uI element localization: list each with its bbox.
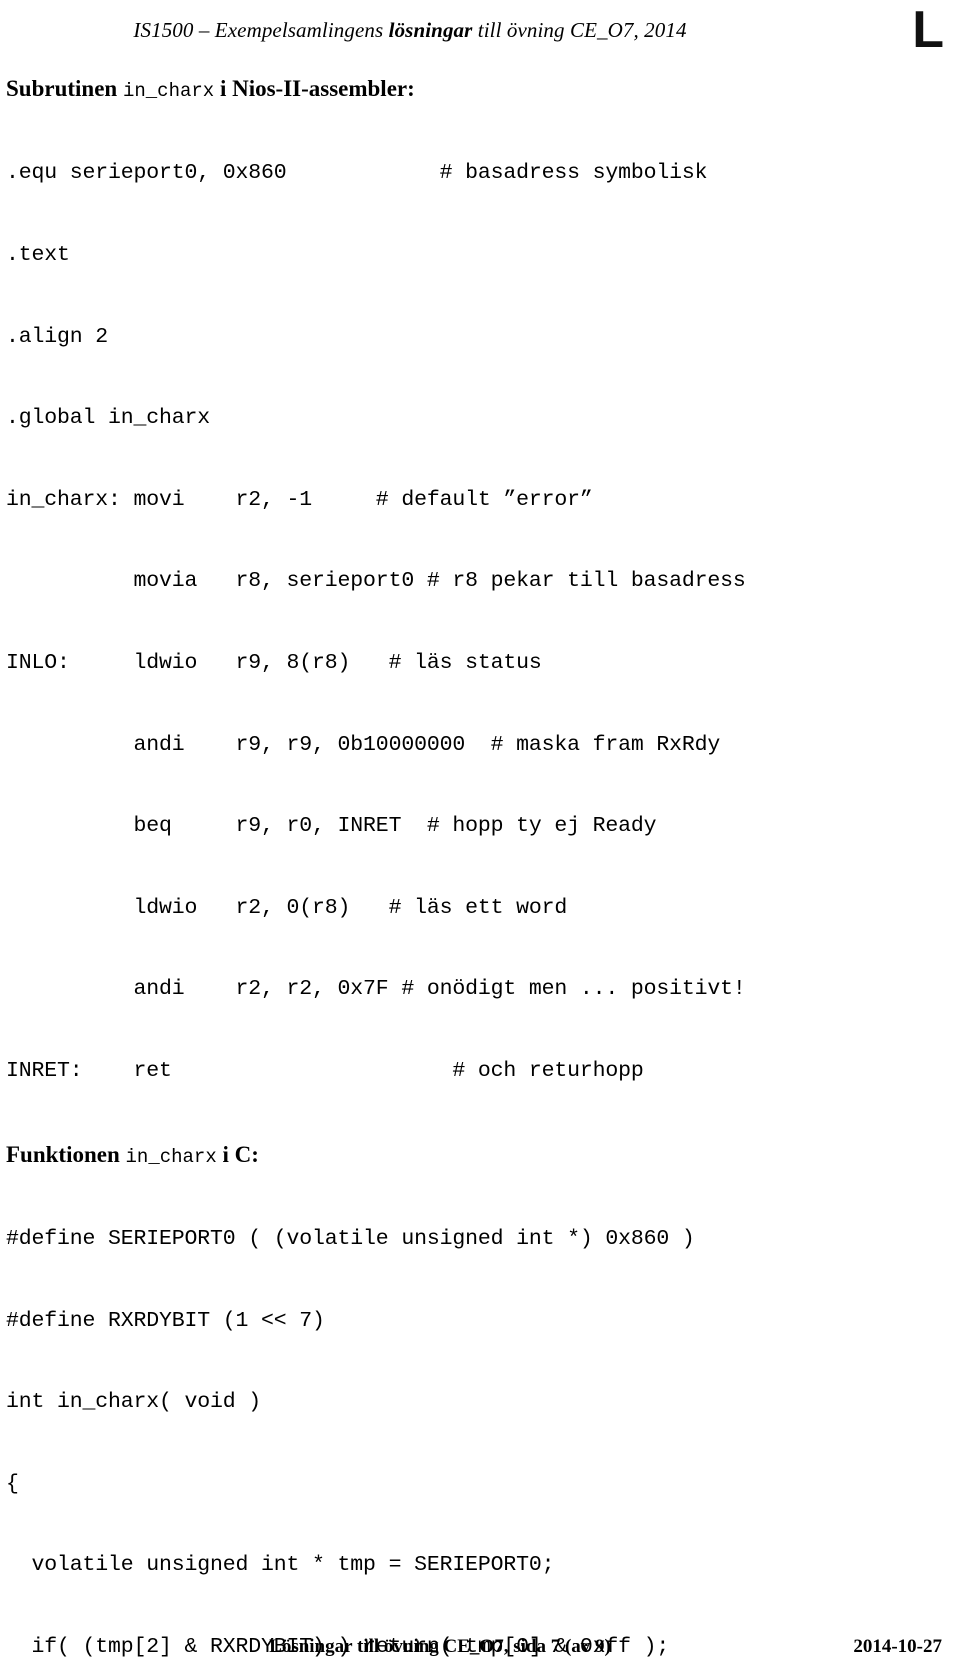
footer-date: 2014-10-27 xyxy=(853,1636,942,1657)
code-line: INLO: ldwio r9, 8(r8) # läs status xyxy=(6,650,542,675)
page-footer: Lösningar till övning CE_O7, sida 7 (av … xyxy=(0,1636,960,1664)
code-listing-c: #define SERIEPORT0 ( (volatile unsigned … xyxy=(6,1172,954,1678)
code-line: ldwio r2, 0(r8) # läs ett word xyxy=(6,895,568,920)
heading-suffix: i C: xyxy=(216,1141,259,1167)
code-line: in_charx: movi r2, -1 # default ”error” xyxy=(6,487,593,512)
header-title: IS1500 – Exempelsamlingens lösningar til… xyxy=(0,18,820,43)
document-page: IS1500 – Exempelsamlingens lösningar til… xyxy=(0,0,960,1678)
corner-letter-mark: L xyxy=(912,1,944,59)
code-line: .global in_charx xyxy=(6,406,211,431)
header-title-emphasis: lösningar xyxy=(388,18,473,42)
code-line: #define SERIEPORT0 ( (volatile unsigned … xyxy=(6,1226,695,1251)
code-line: .equ serieport0, 0x860 # basadress symbo… xyxy=(6,161,708,186)
code-line: volatile unsigned int * tmp = SERIEPORT0… xyxy=(6,1553,555,1578)
heading-code-name: in_charx xyxy=(125,1145,217,1168)
page-content: Subrutinen in_charx i Nios-II-assembler:… xyxy=(6,74,954,1678)
code-line: int in_charx( void ) xyxy=(6,1390,262,1415)
code-listing-assembly: .equ serieport0, 0x860 # basadress symbo… xyxy=(6,106,954,1140)
header-title-suffix: till övning CE_O7, 2014 xyxy=(472,18,687,42)
footer-page-label: Lösningar till övning CE_O7, sida 7 (av … xyxy=(269,1636,611,1657)
code-line: beq r9, r0, INRET # hopp ty ej Ready xyxy=(6,814,657,839)
code-line: INRET: ret # och returhopp xyxy=(6,1058,644,1083)
header-title-prefix: IS1500 – Exempelsamlingens xyxy=(133,18,389,42)
heading-prefix: Subrutinen xyxy=(6,76,123,101)
code-line: andi r2, r2, 0x7F # onödigt men ... posi… xyxy=(6,977,746,1002)
code-line: { xyxy=(6,1471,19,1496)
section-heading: Funktionen in_charx i C: xyxy=(6,1140,954,1172)
code-line: .align 2 xyxy=(6,324,109,349)
page-header: IS1500 – Exempelsamlingens lösningar til… xyxy=(0,4,960,56)
code-line: #define RXRDYBIT (1 << 7) xyxy=(6,1308,325,1333)
code-line: movia r8, serieport0 # r8 pekar till bas… xyxy=(6,569,746,594)
section-in-charx-c: Funktionen in_charx i C: #define SERIEPO… xyxy=(6,1140,954,1678)
code-line: andi r9, r9, 0b10000000 # maska fram RxR… xyxy=(6,732,721,757)
section-in-charx-asm: Subrutinen in_charx i Nios-II-assembler:… xyxy=(6,74,954,1140)
section-heading: Subrutinen in_charx i Nios-II-assembler: xyxy=(6,74,954,106)
heading-prefix: Funktionen xyxy=(6,1141,126,1167)
heading-code-name: in_charx xyxy=(122,80,215,102)
code-line: .text xyxy=(6,243,70,267)
heading-suffix: i Nios-II-assembler: xyxy=(214,76,415,101)
